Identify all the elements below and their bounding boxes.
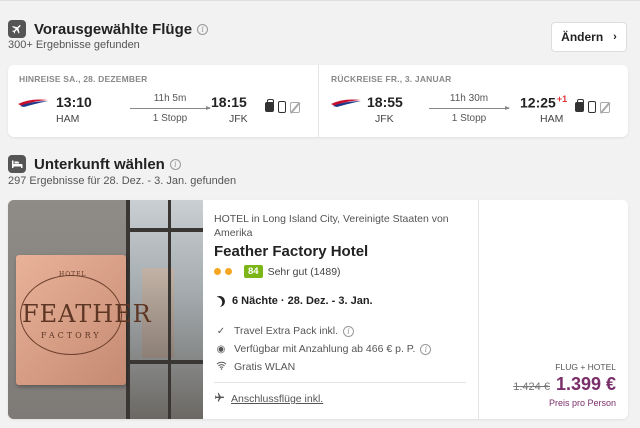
hotel-name[interactable]: Feather Factory Hotel (214, 243, 368, 260)
hotel-type-location: HOTEL in Long Island City, Vereinigte St… (214, 213, 449, 239)
outbound-baggage (265, 99, 300, 113)
top-divider (0, 0, 640, 1)
info-icon[interactable]: i (420, 343, 432, 355)
outbound-label: HINREISE SA., 28. DEZEMBER (19, 74, 148, 84)
nights-text: 6 Nächte · 28. Dez. - 3. Jan. (232, 295, 373, 307)
check-icon: ✓ (216, 325, 226, 337)
return-route-line (429, 106, 510, 110)
plane-icon (214, 392, 225, 406)
return-arr-airport: HAM (540, 113, 564, 125)
outbound-dep-airport: HAM (56, 113, 80, 125)
return-arr-time-text: 12:25 (520, 94, 556, 111)
sign-bottom-text: FACTORY (41, 331, 102, 340)
connection-flights: Anschlussflüge inkl. (214, 392, 323, 406)
flights-title: Vorausgewählte Flüge (34, 20, 193, 38)
hotel-divider (214, 382, 466, 383)
personal-item-icon (265, 99, 274, 112)
price-label: FLUG + HOTEL (555, 362, 616, 372)
outbound-route-line (130, 106, 211, 110)
return-baggage (575, 99, 610, 113)
return-leg: RÜCKREISE FR., 3. JANUAR 18:55 JFK 11h 3… (318, 65, 628, 137)
return-dep-time: 18:55 (367, 94, 403, 110)
return-duration: 11h 30m (449, 93, 489, 104)
hotel-sign: HOTEL FEATHER FACTORY (16, 255, 151, 385)
feature-wifi: Gratis WLAN (214, 361, 295, 373)
return-arr-time: 12:25+1 (520, 94, 567, 111)
outbound-leg: HINREISE SA., 28. DEZEMBER 13:10 HAM 11h… (8, 65, 318, 137)
return-label: RÜCKREISE FR., 3. JANUAR (331, 74, 452, 84)
sign-main-text: FEATHER (22, 300, 152, 328)
plane-icon (8, 20, 26, 38)
feature-text: Gratis WLAN (234, 361, 296, 373)
per-person-label: Preis pro Person (548, 398, 616, 408)
star-icon (225, 268, 232, 275)
flights-section-header: Vorausgewählte Flüge i (8, 20, 209, 38)
sign-hotel-text: HOTEL (59, 271, 87, 278)
feature-deposit: ◉ Verfügbar mit Anzahlung ab 466 € p. P.… (214, 343, 432, 355)
score-badge: 84 (244, 265, 263, 278)
old-price: 1.424 € (513, 381, 550, 393)
outbound-arr-time: 18:15 (211, 94, 247, 110)
rating-text: Sehr gut (1489) (267, 265, 341, 278)
airline-logo-icon (331, 99, 361, 107)
feature-text: Verfügbar mit Anzahlung ab 466 € p. P. (234, 343, 416, 355)
info-icon[interactable]: i (343, 325, 355, 337)
outbound-arr-time-text: 18:15 (211, 94, 247, 110)
return-dep-airport: JFK (375, 113, 394, 125)
hotel-nights: 6 Nächte · 28. Dez. - 3. Jan. (214, 295, 373, 307)
hotel-card[interactable]: HOTEL FEATHER FACTORY HOTEL in Long Isla… (8, 200, 628, 419)
connection-flights-link[interactable]: Anschlussflüge inkl. (231, 393, 323, 405)
personal-item-icon (575, 99, 584, 112)
carry-on-icon (278, 101, 286, 113)
price-row: 1.424 € 1.399 € (513, 374, 616, 395)
flights-subtitle: 300+ Ergebnisse gefunden (8, 39, 140, 51)
no-checked-bag-icon (290, 101, 300, 113)
return-stops: 1 Stopp (451, 113, 487, 124)
outbound-arr-airport: JFK (229, 113, 248, 125)
outbound-dep-time: 13:10 (56, 94, 92, 110)
accommodation-subtitle: 297 Ergebnisse für 28. Dez. - 3. Jan. ge… (8, 175, 237, 187)
price-column[interactable]: FLUG + HOTEL 1.424 € 1.399 € Preis pro P… (478, 200, 628, 419)
chevron-right-icon: › (613, 31, 617, 43)
info-icon[interactable]: i (169, 158, 181, 170)
feature-travel-pack: ✓ Travel Extra Pack inkl. i (214, 325, 355, 337)
accommodation-title: Unterkunft wählen (34, 155, 165, 173)
star-icon (214, 268, 221, 275)
outbound-stops: 1 Stopp (152, 113, 188, 124)
carry-on-icon (588, 101, 596, 113)
photo-frame (126, 360, 203, 364)
new-price: 1.399 € (555, 374, 616, 394)
info-icon[interactable]: i (197, 23, 209, 35)
hotel-rating: 84 Sehr gut (1489) (214, 265, 341, 278)
accommodation-section-header: Unterkunft wählen i (8, 155, 181, 173)
wifi-icon (214, 361, 228, 373)
no-checked-bag-icon (600, 101, 610, 113)
change-label: Ändern (561, 30, 604, 44)
coins-icon: ◉ (216, 343, 226, 355)
day-offset: +1 (556, 94, 568, 104)
airline-logo-icon (18, 99, 48, 107)
change-flights-button[interactable]: Ändern › (551, 22, 627, 52)
hotel-photo[interactable]: HOTEL FEATHER FACTORY (8, 200, 203, 419)
outbound-duration: 11h 5m (153, 93, 187, 104)
flight-card[interactable]: HINREISE SA., 28. DEZEMBER 13:10 HAM 11h… (8, 65, 628, 137)
bed-icon (8, 155, 26, 173)
feature-text: Travel Extra Pack inkl. (234, 325, 339, 337)
photo-frame (168, 200, 171, 419)
moon-icon (212, 294, 226, 308)
photo-frame (126, 228, 203, 232)
